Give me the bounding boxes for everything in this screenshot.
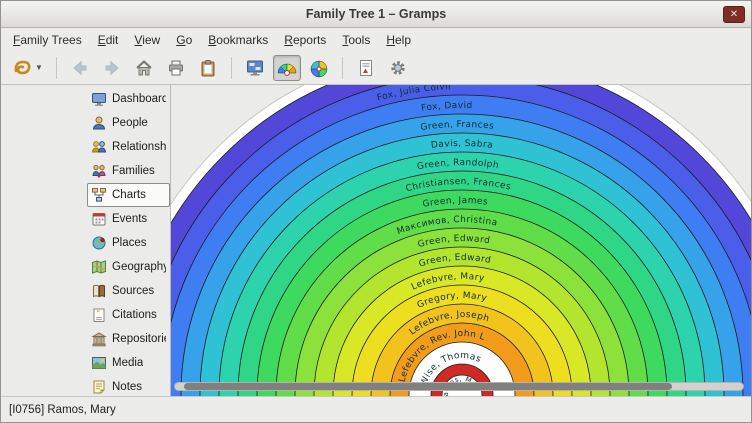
sidebar-item-media[interactable]: Media [87, 351, 170, 375]
events-icon [91, 211, 107, 227]
menu-go[interactable]: Go [168, 30, 200, 50]
sidebar-item-label: Repositories [112, 333, 166, 345]
print-button[interactable] [162, 55, 190, 81]
citations-icon: “ [91, 307, 107, 323]
report-document-icon [356, 58, 376, 78]
notes-icon [91, 379, 107, 395]
menubar: Family Trees Edit View Go Bookmarks Repo… [1, 28, 751, 51]
sidebar-item-label: People [112, 117, 148, 129]
sidebar-item-label: Relationships [112, 141, 166, 153]
sidebar-item-geography[interactable]: Geography [87, 255, 170, 279]
home-icon [134, 58, 154, 78]
back-button[interactable] [66, 55, 94, 81]
window-title: Family Tree 1 – Gramps [306, 7, 446, 21]
fan-chart-canvas[interactable]: Ramos, MaryWise, ThomasLefebvre, Rev. Jo… [171, 85, 751, 396]
sidebar-item-places[interactable]: Places [87, 231, 170, 255]
fan-chart[interactable]: Ramos, MaryWise, ThomasLefebvre, Rev. Jo… [171, 85, 751, 396]
geography-icon [91, 259, 107, 275]
pedigree-view-button[interactable] [241, 55, 269, 81]
sidebar-item-events[interactable]: Events [87, 207, 170, 231]
toolbar: ▼ [1, 51, 751, 85]
menu-tools[interactable]: Tools [334, 30, 378, 50]
relationships-icon [91, 139, 107, 155]
scrollbar-thumb[interactable] [184, 383, 672, 390]
sidebar-item-people[interactable]: People [87, 111, 170, 135]
repositories-icon [91, 331, 107, 347]
menu-bookmarks[interactable]: Bookmarks [200, 30, 276, 50]
forward-arrow-icon [102, 58, 122, 78]
tools-button[interactable] [384, 55, 412, 81]
toolbar-separator [56, 57, 57, 79]
sidebar-item-label: Dashboard [112, 93, 166, 105]
fan-chart-view-icon [277, 58, 297, 78]
navigator-sidebar: Dashboard People Relationships Families … [87, 85, 171, 396]
full-circle-view-button[interactable] [305, 55, 333, 81]
back-arrow-icon [70, 58, 90, 78]
sidebar-item-label: Events [112, 213, 147, 225]
dashboard-icon [91, 91, 107, 107]
sidebar-item-label: Places [112, 237, 147, 249]
sidebar-item-sources[interactable]: Sources [87, 279, 170, 303]
titlebar[interactable]: Family Tree 1 – Gramps ✕ [1, 1, 751, 28]
printer-icon [166, 58, 186, 78]
gramps-logo-icon [11, 57, 33, 79]
sources-icon [91, 283, 107, 299]
menu-family-trees[interactable]: Family Trees [5, 30, 90, 50]
home-button[interactable] [130, 55, 158, 81]
fan-chart-view-button[interactable] [273, 55, 301, 81]
menu-view[interactable]: View [126, 30, 168, 50]
sidebar-item-label: Sources [112, 285, 154, 297]
menu-help[interactable]: Help [378, 30, 419, 50]
statusbar: [I0756] Ramos, Mary [1, 396, 751, 422]
media-icon [91, 355, 107, 371]
full-circle-view-icon [309, 58, 329, 78]
sidebar-item-citations[interactable]: “ Citations [87, 303, 170, 327]
menu-reports[interactable]: Reports [276, 30, 334, 50]
sidebar-item-dashboard[interactable]: Dashboard [87, 87, 170, 111]
charts-icon [91, 187, 107, 203]
main-content: Dashboard People Relationships Families … [1, 85, 751, 396]
sidebar-item-label: Charts [112, 189, 146, 201]
horizontal-scrollbar[interactable] [174, 382, 744, 391]
sidebar-item-label: Geography [112, 261, 166, 273]
pedigree-view-icon [245, 58, 265, 78]
reports-button[interactable] [352, 55, 380, 81]
sidebar-item-label: Families [112, 165, 155, 177]
svg-text:“: “ [96, 309, 100, 318]
sidebar-item-families[interactable]: Families [87, 159, 170, 183]
toolbar-separator [342, 57, 343, 79]
people-icon [91, 115, 107, 131]
close-button[interactable]: ✕ [723, 6, 745, 23]
sidebar-item-relationships[interactable]: Relationships [87, 135, 170, 159]
sidebar-item-charts[interactable]: Charts [87, 183, 170, 207]
clipboard-button[interactable] [194, 55, 222, 81]
tools-icon [388, 58, 408, 78]
forward-button[interactable] [98, 55, 126, 81]
sidebar-item-label: Media [112, 357, 143, 369]
menu-edit[interactable]: Edit [90, 30, 127, 50]
left-panel [1, 85, 87, 396]
status-active-person: [I0756] Ramos, Mary [9, 404, 116, 416]
sidebar-item-label: Citations [112, 309, 157, 321]
families-icon [91, 163, 107, 179]
chevron-down-icon: ▼ [35, 63, 43, 72]
toolbar-separator [231, 57, 232, 79]
clipboard-icon [198, 58, 218, 78]
family-trees-button[interactable]: ▼ [7, 55, 47, 81]
sidebar-item-label: Notes [112, 381, 142, 393]
sidebar-item-repositories[interactable]: Repositories [87, 327, 170, 351]
gramps-window: Family Tree 1 – Gramps ✕ Family Trees Ed… [0, 0, 752, 423]
places-icon [91, 235, 107, 251]
